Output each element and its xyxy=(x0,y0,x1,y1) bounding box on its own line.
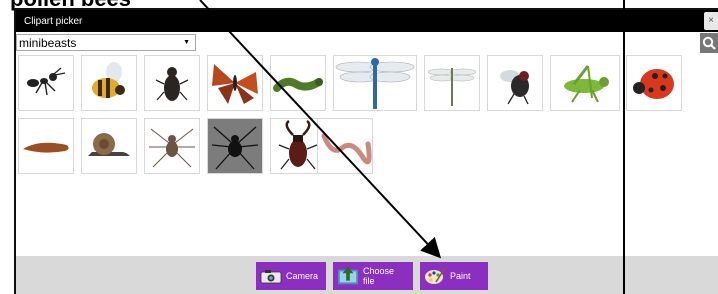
clipart-bee[interactable] xyxy=(81,55,137,111)
clipart-worm[interactable] xyxy=(317,118,373,174)
ladybird-icon xyxy=(633,69,674,99)
dialog-title: Clipart picker xyxy=(24,15,83,27)
camera-button[interactable]: Camera xyxy=(256,262,326,290)
stag-beetle-icon xyxy=(278,119,318,170)
butterfly-icon xyxy=(212,64,258,104)
clipart-fly[interactable] xyxy=(487,55,543,111)
choose-file-button-label: Choose file xyxy=(363,266,395,286)
clipart-ladybird[interactable] xyxy=(626,55,682,111)
clipart-damselfly[interactable] xyxy=(424,55,480,111)
ant-icon xyxy=(27,67,66,96)
dialog-footer: Camera Choose file Paint xyxy=(16,256,718,294)
outer-frame-line-top xyxy=(14,8,718,10)
search-button[interactable] xyxy=(700,33,718,53)
paint-button-label: Paint xyxy=(450,271,471,281)
category-select[interactable]: minibeasts ▼ xyxy=(16,34,196,51)
snail-icon xyxy=(88,133,130,156)
clipart-slug[interactable] xyxy=(18,118,74,174)
clipart-spider[interactable] xyxy=(144,118,200,174)
worm-icon xyxy=(321,133,372,165)
paint-palette-icon xyxy=(424,266,446,286)
spider-icon xyxy=(149,128,195,168)
black-spider-icon xyxy=(211,126,259,170)
clipart-beetle[interactable] xyxy=(144,55,200,111)
close-button[interactable]: × xyxy=(704,12,718,30)
camera-icon xyxy=(260,266,282,286)
search-icon xyxy=(702,36,716,50)
clipart-butterfly[interactable] xyxy=(207,55,263,111)
choose-file-button[interactable]: Choose file xyxy=(333,262,413,290)
clipart-caterpillar[interactable] xyxy=(270,55,326,111)
fly-icon xyxy=(500,70,529,105)
clipart-dragonfly[interactable] xyxy=(333,55,417,111)
dialog-titlebar: Clipart picker xyxy=(16,10,718,32)
clipart-grasshopper[interactable] xyxy=(550,55,620,111)
chevron-down-icon: ▼ xyxy=(183,39,190,46)
upload-icon xyxy=(337,266,359,286)
clipart-snail[interactable] xyxy=(81,118,137,174)
beetle-icon xyxy=(155,67,189,101)
camera-button-label: Camera xyxy=(286,271,319,281)
annotation-vertical-line xyxy=(623,0,625,294)
caterpillar-icon xyxy=(273,77,323,92)
paint-button[interactable]: Paint xyxy=(420,262,488,290)
grasshopper-icon xyxy=(564,65,609,103)
clipart-ant[interactable] xyxy=(18,55,74,111)
category-select-value: minibeasts xyxy=(19,35,77,50)
dragonfly-icon xyxy=(335,58,415,109)
clipart-black-spider[interactable] xyxy=(207,118,263,174)
bee-icon xyxy=(92,62,125,98)
damselfly-icon xyxy=(427,68,477,106)
clipart-picker-dialog: Clipart picker × minibeasts ▼ Camera Cho… xyxy=(16,10,718,294)
slug-icon xyxy=(23,142,69,153)
outer-frame-line-left xyxy=(14,8,16,294)
